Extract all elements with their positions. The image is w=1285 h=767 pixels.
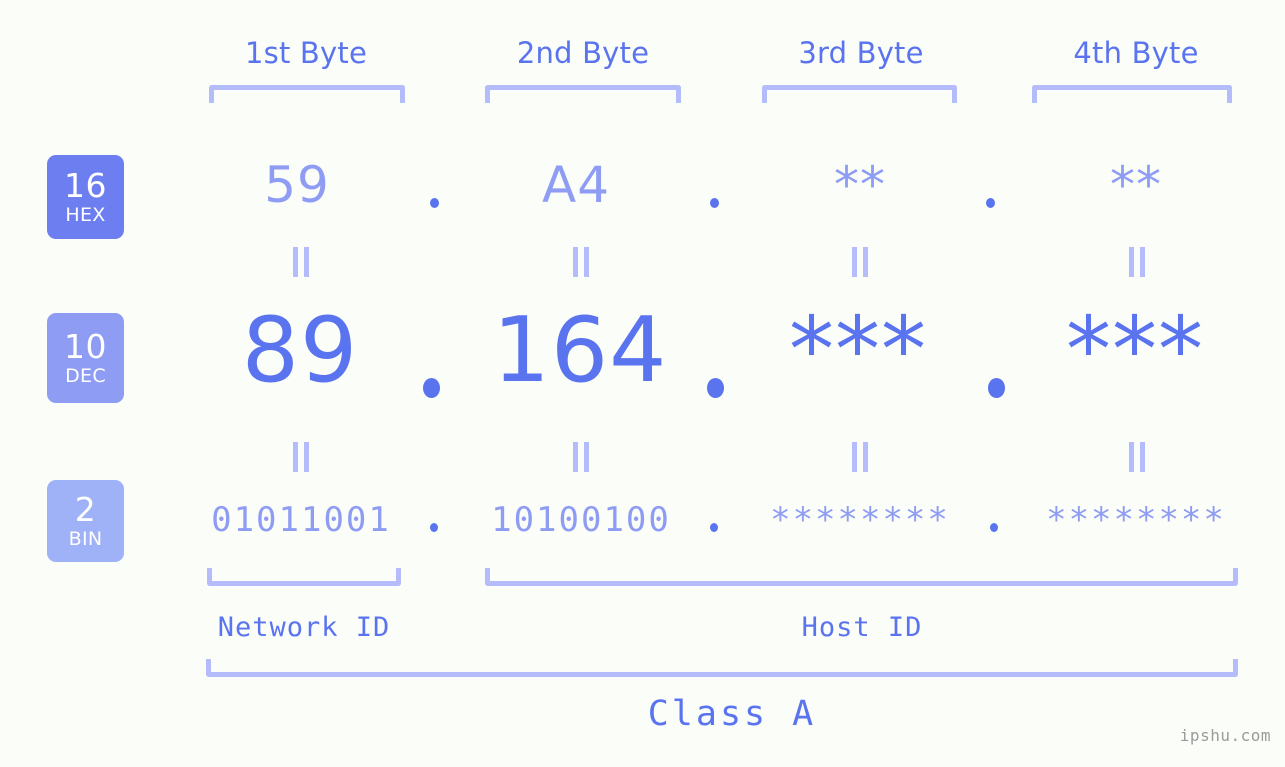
equals-icon-3-decbin [850,442,870,472]
class-label: Class A [647,694,817,734]
radix-badge-bin-number: 2 [74,490,97,529]
radix-badge-dec-system: DEC [65,365,106,387]
radix-badge-hex-number: 16 [64,166,107,205]
class-bracket [206,659,1238,677]
radix-badge-hex-system: HEX [65,204,106,226]
byte-bracket-top-1 [209,85,405,103]
radix-badge-hex: 16 HEX [47,155,124,239]
dec-dot-separator-1 [423,378,440,398]
hex-dot-separator-1 [430,198,439,208]
network-id-bracket [207,568,401,586]
site-watermark: ipshu.com [1179,726,1271,745]
dec-byte-1-value: 89 [241,298,359,403]
bin-byte-3-value: ******** [770,500,950,540]
bin-byte-2-value: 10100100 [491,500,671,540]
dec-dot-separator-3 [988,378,1005,398]
byte-header-2: 2nd Byte [516,36,650,70]
byte-header-3: 3rd Byte [798,36,924,70]
dec-byte-3-value: *** [789,298,927,403]
bin-byte-1-value: 01011001 [211,500,391,540]
byte-header-4: 4th Byte [1073,36,1199,70]
ip-address-breakdown-diagram: 1st Byte 2nd Byte 3rd Byte 4th Byte 16 H… [0,0,1285,767]
radix-badge-bin-system: BIN [68,528,103,550]
byte-header-1: 1st Byte [244,36,368,70]
byte-bracket-top-2 [485,85,681,103]
bin-byte-4-value: ******** [1046,500,1226,540]
equals-icon-4-hexdec [1127,247,1147,277]
bin-dot-separator-3 [990,523,998,532]
dec-byte-4-value: *** [1066,298,1204,403]
hex-byte-3-value: ** [834,156,886,214]
equals-icon-4-decbin [1127,442,1147,472]
radix-badge-bin: 2 BIN [47,480,124,562]
byte-bracket-top-4 [1032,85,1232,103]
equals-icon-2-hexdec [571,247,591,277]
bin-dot-separator-1 [430,523,438,532]
hex-byte-1-value: 59 [264,156,330,214]
equals-icon-3-hexdec [850,247,870,277]
equals-icon-1-hexdec [291,247,311,277]
equals-icon-1-decbin [291,442,311,472]
hex-byte-2-value: A4 [541,156,610,214]
host-id-label: Host ID [801,612,923,643]
host-id-bracket [485,568,1238,586]
hex-dot-separator-2 [710,198,719,208]
equals-icon-2-decbin [571,442,591,472]
hex-dot-separator-3 [986,198,995,208]
radix-badge-dec: 10 DEC [47,313,124,403]
byte-bracket-top-3 [762,85,957,103]
dec-dot-separator-2 [707,378,724,398]
hex-byte-4-value: ** [1110,156,1162,214]
bin-dot-separator-2 [710,523,718,532]
dec-byte-2-value: 164 [492,298,668,403]
radix-badge-dec-number: 10 [64,327,107,366]
network-id-label: Network ID [217,612,391,643]
